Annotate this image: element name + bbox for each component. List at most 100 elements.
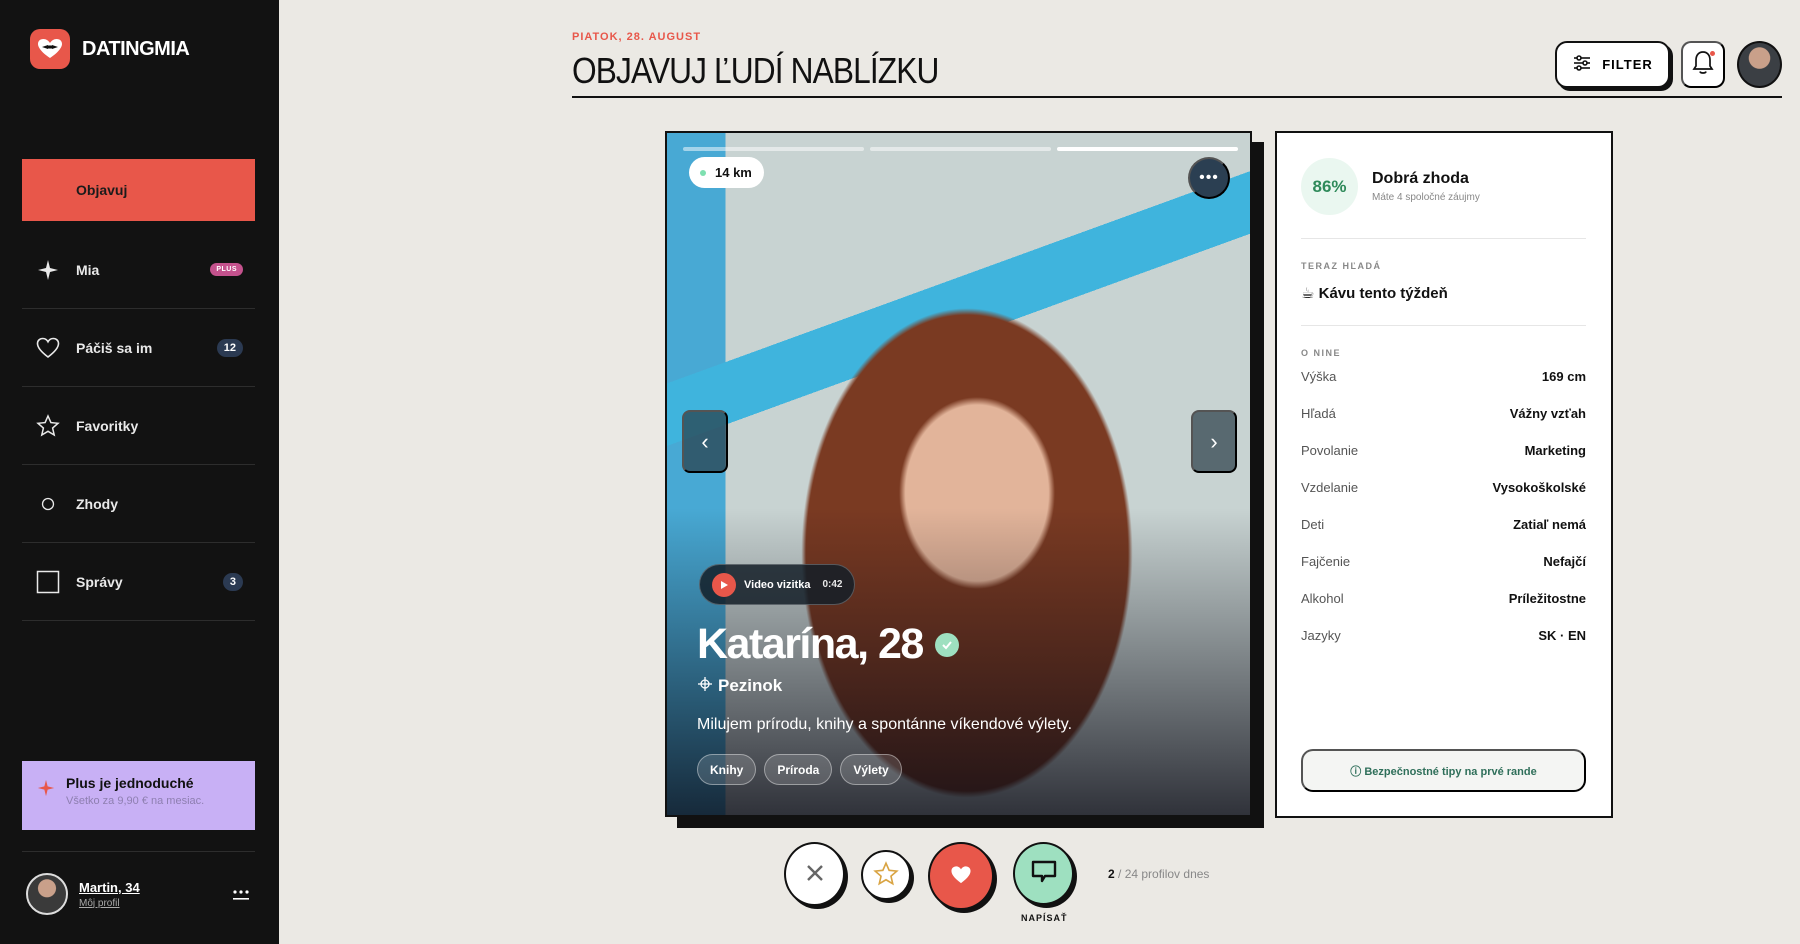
like-button[interactable]	[928, 842, 994, 910]
star-icon	[873, 860, 899, 890]
verified-icon	[934, 632, 959, 657]
fact-key: Fajčenie	[1301, 554, 1351, 569]
sparkle-icon	[37, 779, 55, 802]
sidebar-item-zhody[interactable]: Zhody	[22, 465, 255, 543]
messages-count-badge: 3	[222, 572, 243, 591]
fact-row: Vzdelanie Vysokoškolské	[1301, 480, 1586, 517]
plus-promo-card[interactable]: Plus je jednoduché Všetko za 9,90 € na m…	[22, 761, 255, 830]
profile-details-panel: 86% Dobrá zhoda Máte 4 spoločné záujmy T…	[1275, 131, 1613, 818]
fact-key: Výška	[1301, 369, 1337, 384]
logo-mask-icon	[30, 29, 70, 69]
sidebar-item-objavuj[interactable]: Objavuj	[22, 159, 255, 221]
profile-counter: 2 / 24 profilov dnes	[1108, 867, 1209, 881]
sidebar-item-label: Páčiš sa im	[76, 339, 153, 356]
heart-icon	[34, 334, 62, 362]
fact-value: SK · EN	[1538, 628, 1586, 643]
profile-photo-card[interactable]: 14 km ••• ‹ › Video vizitka 0:42 Katarín…	[665, 131, 1252, 817]
fact-value: Vážny vzťah	[1509, 406, 1586, 421]
super-like-button[interactable]	[861, 850, 911, 900]
safety-tips-button[interactable]: ⓘ Bezpečnostné tipy na prvé rande	[1301, 749, 1586, 792]
fact-row: Fajčenie Nefajčí	[1301, 554, 1586, 591]
more-options-button[interactable]: •••	[1188, 157, 1230, 199]
distance-chip: 14 km	[689, 157, 764, 188]
fact-value: 169 cm	[1541, 369, 1586, 384]
chevron-right-icon: ›	[1210, 428, 1218, 454]
heart-icon	[950, 865, 972, 888]
profile-name: Katarína, 28	[697, 620, 959, 669]
plus-badge: PLUS	[210, 263, 243, 276]
filter-button[interactable]: FILTER	[1555, 41, 1670, 88]
seeking-value: ☕ Kávu tento týždeň	[1301, 285, 1448, 302]
sidebar-item-favoritky[interactable]: Favoritky	[22, 387, 255, 465]
video-intro-button[interactable]: Video vizitka 0:42	[699, 564, 856, 605]
fact-value: Príležitostne	[1508, 591, 1586, 606]
sidebar: DATINGMIA Objavuj Mia PLUS Páčiš sa im 1…	[0, 0, 279, 944]
plus-promo-title: Plus je jednoduché	[66, 775, 194, 791]
notification-dot	[1710, 51, 1715, 56]
notifications-button[interactable]	[1681, 41, 1725, 88]
fact-key: Hľadá	[1301, 406, 1336, 421]
panel-divider	[1301, 238, 1586, 239]
page-title: OBJAVUJ ĽUDÍ NABLÍZKU	[572, 50, 939, 91]
message-button[interactable]	[1013, 842, 1074, 905]
fact-key: Vzdelanie	[1301, 480, 1359, 495]
seeking-label: TERAZ HĽADÁ	[1301, 261, 1382, 271]
fact-row: Alkohol Príležitostne	[1301, 591, 1586, 628]
panel-divider	[1301, 325, 1586, 326]
message-bubble-icon	[1030, 858, 1058, 889]
sliders-icon	[1572, 53, 1592, 76]
profile-location: Pezinok	[698, 676, 782, 696]
profile-facts: Výška 169 cm Hľadá Vážny vzťah Povolanie Ma…	[1301, 369, 1586, 665]
profile-name-age: Katarína, 28	[697, 620, 924, 668]
user-menu-icon[interactable]	[232, 885, 250, 906]
fact-value: Marketing	[1524, 443, 1586, 458]
fact-row: Výška 169 cm	[1301, 369, 1586, 406]
sidebar-nav: Objavuj Mia PLUS Páčiš sa im 12 Favoritk…	[22, 159, 255, 621]
fact-value: Vysokoškolské	[1492, 480, 1586, 495]
interest-tag[interactable]: Výlety	[840, 754, 902, 785]
next-photo-button[interactable]: ›	[1191, 410, 1237, 473]
match-subtitle: Máte 4 spoločné záujmy	[1372, 192, 1480, 203]
sidebar-item-mia[interactable]: Mia PLUS	[22, 231, 255, 309]
chevron-left-icon: ‹	[701, 428, 709, 454]
photo-progress-segment	[1057, 147, 1238, 151]
photo-progress-segment	[683, 147, 864, 151]
user-name[interactable]: Martin, 34	[79, 880, 140, 895]
fact-row: Deti Zatiaľ nemá	[1301, 517, 1586, 554]
fact-value: Nefajčí	[1543, 554, 1586, 569]
profile-counter-current: 2	[1108, 867, 1115, 881]
interest-tag[interactable]: Knihy	[697, 754, 757, 785]
star-icon	[34, 412, 62, 440]
sidebar-divider	[22, 851, 255, 852]
fact-key: Jazyky	[1301, 628, 1341, 643]
circle-icon	[34, 490, 62, 518]
sidebar-item-spravy[interactable]: Správy 3	[22, 543, 255, 621]
message-square-icon	[34, 568, 62, 596]
app-name: DATINGMIA	[82, 37, 190, 60]
my-profile-link[interactable]: Môj profil	[79, 898, 140, 909]
match-title: Dobrá zhoda	[1372, 170, 1469, 187]
sidebar-item-paci-sa-im[interactable]: Páčiš sa im 12	[22, 309, 255, 387]
profile-city: Pezinok	[718, 676, 783, 695]
current-date: PIATOK, 28. AUGUST	[572, 31, 702, 43]
photo-progress	[683, 147, 1238, 151]
play-icon	[712, 572, 736, 597]
fact-value: Zatiaľ nemá	[1513, 517, 1586, 532]
fact-row: Jazyky SK · EN	[1301, 628, 1586, 665]
close-icon	[805, 858, 825, 890]
location-crosshair-icon	[698, 676, 712, 696]
fact-row: Hľadá Vážny vzťah	[1301, 406, 1586, 443]
user-profile[interactable]: Martin, 34 Môj profil	[26, 873, 140, 915]
interest-tags: Knihy Príroda Výlety	[697, 754, 902, 785]
fact-row: Povolanie Marketing	[1301, 443, 1586, 480]
header-avatar[interactable]	[1737, 41, 1782, 88]
sparkle-icon	[34, 256, 62, 284]
dislike-button[interactable]	[784, 842, 845, 906]
user-avatar	[26, 873, 68, 915]
app-logo[interactable]: DATINGMIA	[30, 29, 190, 69]
interest-tag[interactable]: Príroda	[764, 754, 833, 785]
fact-key: Alkohol	[1301, 591, 1344, 606]
video-duration: 0:42	[822, 579, 843, 590]
previous-photo-button[interactable]: ‹	[682, 410, 728, 473]
fact-key: Povolanie	[1301, 443, 1359, 458]
